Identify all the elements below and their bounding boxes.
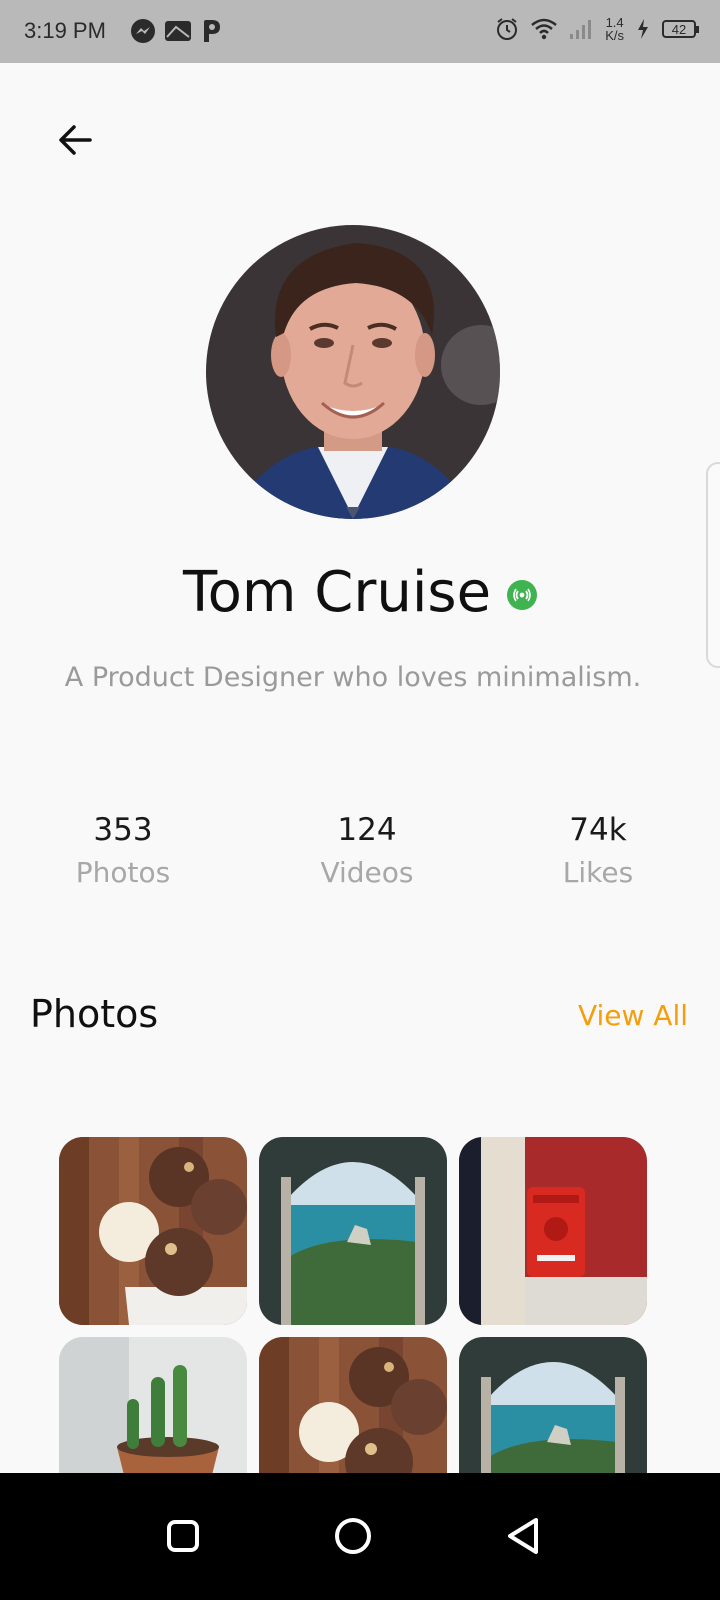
view-all-link[interactable]: View All bbox=[578, 999, 688, 1032]
photo-thumb-ice-cream[interactable] bbox=[59, 1137, 247, 1325]
parking-icon bbox=[204, 20, 220, 42]
wifi-icon bbox=[531, 18, 558, 40]
stat-value: 74k bbox=[569, 812, 627, 848]
stat-videos[interactable]: 124 Videos bbox=[257, 812, 477, 889]
stat-likes[interactable]: 74k Likes bbox=[488, 812, 708, 889]
net-speed-unit: K/s bbox=[605, 28, 624, 43]
status-left-icons bbox=[130, 18, 222, 44]
arrow-left-icon bbox=[59, 125, 92, 155]
battery-indicator: 42 bbox=[662, 20, 699, 38]
photos-section-title: Photos bbox=[30, 992, 159, 1036]
stat-label: Likes bbox=[562, 856, 634, 889]
stat-label: Videos bbox=[320, 856, 414, 889]
home-circle-icon bbox=[335, 1518, 371, 1554]
back-nav-button[interactable] bbox=[488, 1499, 562, 1573]
photo-thumb-red-mailbox[interactable] bbox=[459, 1137, 647, 1325]
home-button[interactable] bbox=[316, 1499, 390, 1573]
signal-icon bbox=[570, 20, 592, 39]
edge-panel-handle[interactable] bbox=[706, 462, 720, 668]
net-speed: 1.4 K/s bbox=[605, 16, 624, 42]
status-time: 3:19 PM bbox=[24, 18, 106, 43]
stat-value: 124 bbox=[337, 812, 397, 848]
recents-square-icon bbox=[167, 1520, 199, 1552]
stat-value: 353 bbox=[93, 812, 153, 848]
stat-photos[interactable]: 353 Photos bbox=[13, 812, 233, 889]
status-bar: 3:19 PM 1.4 K/s 42 bbox=[0, 0, 720, 63]
photo-thumb-sea-arch[interactable] bbox=[259, 1137, 447, 1325]
profile-avatar bbox=[206, 225, 500, 519]
profile-name: Tom Cruise bbox=[182, 560, 492, 625]
broadcast-icon bbox=[513, 588, 531, 601]
profile-stats: 353 Photos 124 Videos 74k Likes bbox=[0, 812, 720, 902]
status-right-icons: 1.4 K/s 42 bbox=[495, 16, 699, 42]
profile-bio: A Product Designer who loves minimalism. bbox=[64, 662, 642, 693]
back-triangle-icon bbox=[508, 1518, 538, 1554]
profile-name-row: Tom Cruise bbox=[0, 560, 720, 625]
charging-icon bbox=[638, 19, 648, 39]
recents-button[interactable] bbox=[146, 1499, 220, 1573]
inbox-icon bbox=[165, 21, 191, 41]
back-button[interactable] bbox=[54, 118, 98, 162]
messenger-icon bbox=[131, 19, 155, 43]
stat-label: Photos bbox=[75, 856, 171, 889]
live-status-badge bbox=[507, 579, 538, 610]
alarm-icon bbox=[497, 18, 518, 40]
system-nav-bar bbox=[0, 1473, 720, 1600]
